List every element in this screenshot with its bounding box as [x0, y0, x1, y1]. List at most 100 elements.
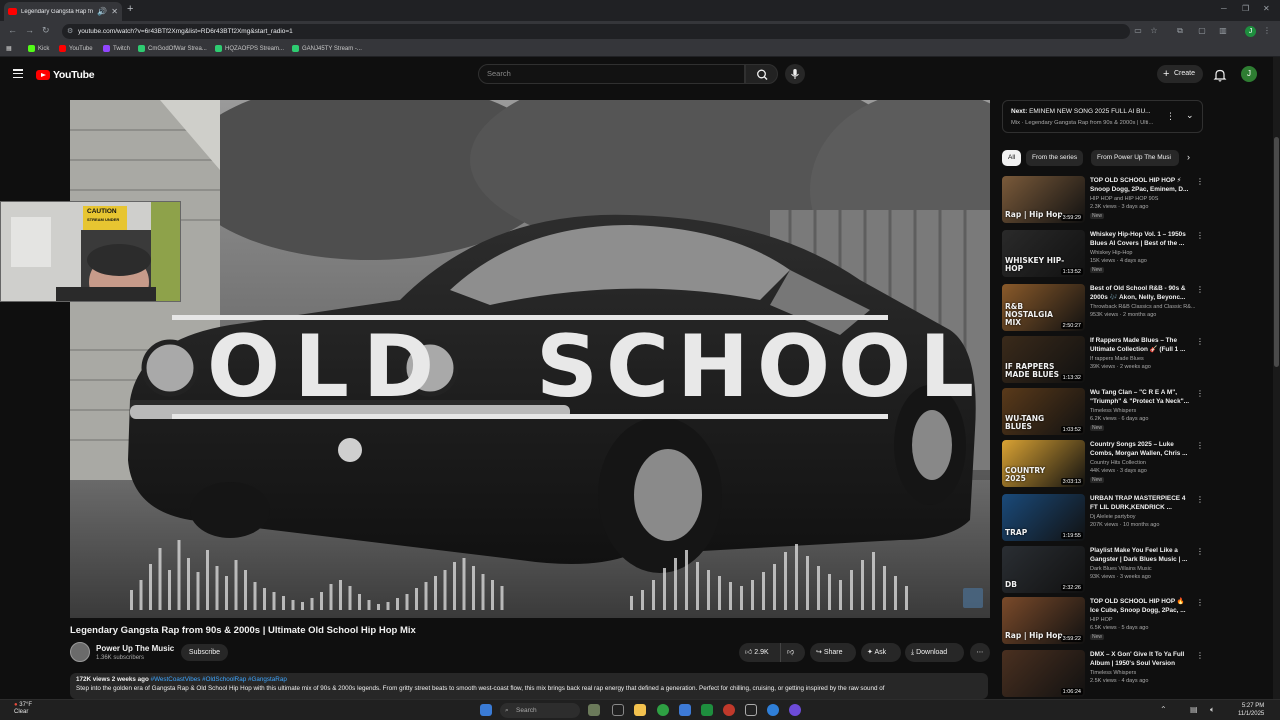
- recommendation-item[interactable]: WHISKEY HIP-HOP 1:13:52 Whiskey Hip-Hop Vo…: [1002, 230, 1204, 280]
- recommendation-thumbnail[interactable]: WU-TANG BLUES 1:03:52: [1002, 388, 1085, 435]
- create-button[interactable]: + Create: [1157, 65, 1203, 83]
- recommendation-item[interactable]: DB 2:32:26 Playlist Make You Feel Like a G…: [1002, 546, 1204, 596]
- task-view-icon[interactable]: [612, 704, 624, 716]
- recommendation-menu-icon[interactable]: ⋮: [1196, 651, 1204, 660]
- cast-icon[interactable]: ▭: [1133, 26, 1143, 36]
- page-scrollbar[interactable]: [1273, 57, 1280, 699]
- recommendation-thumbnail[interactable]: WHISKEY HIP-HOP 1:13:52: [1002, 230, 1085, 277]
- scrollbar-thumb[interactable]: [1274, 137, 1279, 367]
- bookmark-item[interactable]: HQZAOFPS Stream...: [215, 45, 284, 52]
- taskbar-search[interactable]: ⌕ Search: [500, 703, 580, 718]
- tray-chevron-icon[interactable]: ⌃: [1160, 705, 1167, 714]
- bookmark-item[interactable]: Kick: [28, 45, 49, 52]
- mix-more-icon[interactable]: ⋮: [1166, 111, 1175, 122]
- back-icon[interactable]: ←: [8, 25, 17, 35]
- discord-icon[interactable]: [789, 704, 801, 716]
- search-input[interactable]: Search: [478, 64, 745, 84]
- extensions-icon[interactable]: ⧉: [1175, 26, 1185, 36]
- account-avatar[interactable]: J: [1241, 66, 1257, 82]
- channel-avatar[interactable]: [70, 642, 90, 662]
- recommendation-thumbnail[interactable]: TRAP 1:19:55: [1002, 494, 1085, 541]
- chip-from-the-series[interactable]: From the series: [1026, 150, 1084, 166]
- new-tab-button[interactable]: +: [127, 3, 133, 15]
- description-box[interactable]: 172K views 2 weeks ago #WestCoastVibes #…: [70, 673, 988, 699]
- recommendation-menu-icon[interactable]: ⋮: [1196, 177, 1204, 186]
- download-tray-icon[interactable]: ▢: [1197, 26, 1207, 36]
- apps-grid-icon[interactable]: ▦: [6, 45, 12, 52]
- up-next-mix-panel[interactable]: Next: EMINEM NEW SONG 2025 FULL AI BU...…: [1002, 100, 1203, 133]
- app-icon-black[interactable]: [745, 704, 757, 716]
- recommendation-menu-icon[interactable]: ⋮: [1196, 231, 1204, 240]
- youtube-logo[interactable]: YouTube: [36, 69, 95, 81]
- recommendation-item[interactable]: Rap | Hip Hop 3:59:22 TOP OLD SCHOOL HIP H…: [1002, 597, 1204, 647]
- store-icon[interactable]: [679, 704, 691, 716]
- recommendation-menu-icon[interactable]: ⋮: [1196, 337, 1204, 346]
- channel-name[interactable]: Power Up The Music: [96, 644, 174, 653]
- chrome-menu-icon[interactable]: ⋮: [1262, 26, 1272, 36]
- recommendation-item[interactable]: WU-TANG BLUES 1:03:52 Wu Tang Clan – "C R …: [1002, 388, 1204, 438]
- search-button[interactable]: [745, 64, 778, 84]
- dislike-button[interactable]: 👎︎: [787, 643, 794, 662]
- recommendation-thumbnail[interactable]: Rap | Hip Hop 3:59:29: [1002, 176, 1085, 223]
- browser-tab[interactable]: Legendary Gangsta Rap fro... 🔊 ✕: [4, 2, 122, 21]
- recommendation-item[interactable]: IF RAPPERS MADE BLUES 1:13:32 If Rappers M…: [1002, 336, 1204, 386]
- hamburger-menu-icon[interactable]: [13, 69, 23, 79]
- xbox-icon[interactable]: [701, 704, 713, 716]
- recommendation-item[interactable]: 1:06:24 DMX – X Gon' Give It To Ya Full A…: [1002, 650, 1204, 700]
- channel-watermark-icon[interactable]: [963, 588, 983, 608]
- download-button[interactable]: ⤓ Download: [905, 643, 964, 662]
- sidebar-panel-icon[interactable]: ▥: [1218, 26, 1228, 36]
- weather-widget[interactable]: ● 37°F Clear: [14, 702, 32, 716]
- bookmark-item[interactable]: CmGodOfWar Strea...: [138, 45, 207, 52]
- recommendation-menu-icon[interactable]: ⋮: [1196, 598, 1204, 607]
- recommendation-item[interactable]: R&B NOSTALGIA MIX 2:50:27 Best of Old Scho…: [1002, 284, 1204, 334]
- recommendation-menu-icon[interactable]: ⋮: [1196, 441, 1204, 450]
- recommendation-item[interactable]: Rap | Hip Hop 3:59:29 TOP OLD SCHOOL HIP H…: [1002, 176, 1204, 226]
- reload-icon[interactable]: ↻: [42, 25, 50, 36]
- bookmark-star-icon[interactable]: ☆: [1149, 26, 1159, 36]
- site-info-icon[interactable]: ⚙: [67, 24, 73, 39]
- file-explorer-icon[interactable]: [634, 704, 646, 716]
- browser-profile-avatar[interactable]: J: [1245, 26, 1256, 37]
- recommendation-menu-icon[interactable]: ⋮: [1196, 495, 1204, 504]
- recommendation-thumbnail[interactable]: DB 2:32:26: [1002, 546, 1085, 593]
- maximize-icon[interactable]: ❐: [1242, 4, 1249, 13]
- chevron-down-icon[interactable]: ⌄: [1186, 110, 1194, 121]
- chrome-taskbar-icon[interactable]: [657, 704, 669, 716]
- recommendation-thumbnail[interactable]: IF RAPPERS MADE BLUES 1:13:32: [1002, 336, 1085, 383]
- share-button[interactable]: ↪ Share: [810, 643, 856, 662]
- windows-start-icon[interactable]: [480, 704, 492, 716]
- recommendation-item[interactable]: TRAP 1:19:55 URBAN TRAP MASTERPIECE 4 FT L…: [1002, 494, 1204, 544]
- bookmark-item[interactable]: Twitch: [103, 45, 130, 52]
- notifications-bell-icon[interactable]: [1213, 68, 1227, 82]
- chip-all[interactable]: All: [1002, 150, 1022, 166]
- minimize-icon[interactable]: ─: [1221, 4, 1227, 13]
- recommendation-thumbnail[interactable]: COUNTRY 2025 3:03:13: [1002, 440, 1085, 487]
- voice-search-button[interactable]: [785, 64, 805, 84]
- system-clock[interactable]: 5:27 PM 11/1/2025: [1238, 702, 1264, 718]
- video-player[interactable]: OLD SCHOOL: [70, 100, 990, 618]
- recommendation-thumbnail[interactable]: 1:06:24: [1002, 650, 1085, 697]
- recommendation-item[interactable]: COUNTRY 2025 3:03:13 Country Songs 2025 – …: [1002, 440, 1204, 490]
- hashtags[interactable]: #WestCoastVibes #OldSchoolRap #GangstaRa…: [151, 676, 287, 683]
- chips-next-chevron-icon[interactable]: ›: [1187, 152, 1190, 162]
- more-actions-button[interactable]: ⋯: [970, 643, 990, 662]
- speaker-icon[interactable]: 🔊: [97, 7, 107, 16]
- recommendation-menu-icon[interactable]: ⋮: [1196, 285, 1204, 294]
- like-button[interactable]: 👍︎ 2.9K: [745, 643, 769, 662]
- recommendation-thumbnail[interactable]: R&B NOSTALGIA MIX 2:50:27: [1002, 284, 1085, 331]
- chip-from-channel[interactable]: From Power Up The Musi: [1091, 150, 1179, 166]
- edge-icon[interactable]: [767, 704, 779, 716]
- bookmark-item[interactable]: YouTube: [59, 45, 93, 52]
- window-close-icon[interactable]: ✕: [1263, 4, 1270, 13]
- volume-icon[interactable]: 🔈︎: [1210, 705, 1215, 715]
- recommendation-thumbnail[interactable]: Rap | Hip Hop 3:59:22: [1002, 597, 1085, 644]
- address-bar[interactable]: ⚙ youtube.com/watch?v=6r43BTf2Xmg&list=R…: [62, 24, 1130, 39]
- forward-icon[interactable]: →: [25, 25, 34, 35]
- recommendation-menu-icon[interactable]: ⋮: [1196, 547, 1204, 556]
- app-icon-red[interactable]: [723, 704, 735, 716]
- subscribe-button[interactable]: Subscribe: [181, 644, 228, 661]
- widgets-icon[interactable]: [588, 704, 600, 716]
- network-icon[interactable]: ▤: [1190, 705, 1198, 714]
- ask-button[interactable]: ✦ Ask: [861, 643, 901, 662]
